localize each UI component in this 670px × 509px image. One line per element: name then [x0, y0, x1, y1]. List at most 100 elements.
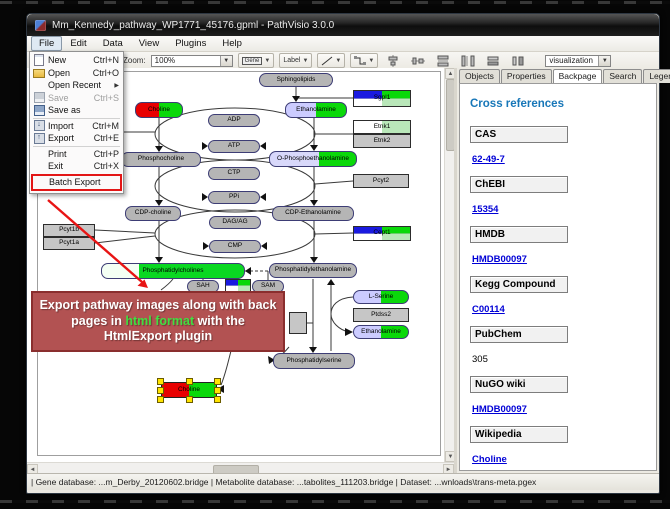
node-adp[interactable]: ADP	[208, 114, 260, 127]
node-cdp-ethanolamine[interactable]: CDP-Ethanolamine	[272, 206, 354, 221]
node-gene-hidden-partial[interactable]	[289, 312, 307, 334]
xref-link-wikipedia[interactable]: Choline	[472, 454, 507, 465]
status-bar: | Gene database: ...m_Derby_20120602.bri…	[27, 473, 659, 490]
node-pcyt1b[interactable]: Pcyt1b	[43, 224, 95, 237]
node-pcyt2[interactable]: Pcyt2	[353, 174, 409, 188]
menu-data[interactable]: Data	[95, 36, 131, 51]
slide-border-texture-bottom	[0, 500, 670, 503]
tab-properties[interactable]: Properties	[501, 69, 552, 83]
menu-plugins[interactable]: Plugins	[167, 36, 214, 51]
node-etnk1[interactable]: Etnk1	[353, 120, 411, 134]
selection-handle[interactable]	[214, 378, 221, 385]
tab-objects[interactable]: Objects	[459, 69, 500, 83]
chevron-down-icon[interactable]: ▼	[335, 58, 341, 64]
selection-handle[interactable]	[157, 387, 164, 394]
align-middle-button[interactable]	[408, 53, 428, 69]
node-l-serine[interactable]: L-Serine	[353, 290, 409, 304]
node-phosphocholine[interactable]: Phosphocholine	[121, 152, 201, 167]
menu-item-import[interactable]: ↓ Import Ctrl+M	[30, 120, 123, 133]
selection-handle[interactable]	[214, 387, 221, 394]
xref-link-chebi[interactable]: 15354	[472, 204, 498, 215]
side-panel: Objects Properties Backpage Search Legen…	[457, 68, 659, 473]
menu-item-exit[interactable]: Exit Ctrl+X	[30, 160, 123, 173]
node-pcyt1a[interactable]: Pcyt1a	[43, 237, 95, 250]
label-tool-button[interactable]: Label ▼	[279, 53, 312, 68]
menu-item-export[interactable]: ↑ Export Ctrl+E	[30, 132, 123, 145]
distribute-horizontal-button[interactable]	[458, 53, 478, 69]
menu-item-open-recent[interactable]: Open Recent ▶	[30, 79, 123, 92]
node-sphingolipids[interactable]: Sphingolipids	[259, 73, 333, 87]
node-ethanolamine-bottom[interactable]: Ethanolamine	[353, 325, 409, 339]
connector-tool-button[interactable]: ▼	[350, 53, 378, 68]
xref-section: PubChem 305	[470, 326, 656, 367]
menu-help[interactable]: Help	[214, 36, 250, 51]
new-file-icon	[33, 54, 45, 66]
tab-search[interactable]: Search	[603, 69, 642, 83]
node-phosphatidylserine[interactable]: Phosphatidylserine	[273, 353, 355, 369]
menu-item-save: Save Ctrl+S	[30, 92, 123, 105]
menu-item-new[interactable]: New Ctrl+N	[30, 54, 123, 67]
node-ctp[interactable]: CTP	[208, 167, 260, 180]
xref-link-hmdb[interactable]: HMDB00097	[472, 254, 527, 265]
selection-handle[interactable]	[186, 396, 193, 403]
chevron-down-icon[interactable]: ▼	[264, 58, 270, 64]
node-o-phosphoethanolamine[interactable]: O-Phosphoethanolamine	[269, 151, 357, 167]
visualization-select[interactable]: visualization ▼	[545, 55, 611, 67]
align-middle-icon	[411, 55, 425, 67]
node-choline-top[interactable]: Choline	[135, 102, 183, 118]
menu-edit[interactable]: Edit	[62, 36, 94, 51]
chevron-down-icon[interactable]: ▼	[220, 56, 232, 66]
node-ppi[interactable]: PPi	[208, 191, 260, 204]
line-tool-button[interactable]: ▼	[317, 53, 345, 68]
align-center-button[interactable]	[383, 53, 403, 69]
node-ptdss2[interactable]: Ptdss2	[353, 308, 409, 322]
xref-link-nugo[interactable]: HMDB00097	[472, 404, 527, 415]
gene-tool-button[interactable]: Gene ▼	[238, 53, 275, 68]
title-bar: Mm_Kennedy_pathway_WP1771_45176.gpml - P…	[27, 14, 659, 36]
node-atp[interactable]: ATP	[208, 140, 260, 153]
export-icon: ↑	[33, 133, 45, 144]
common-height-button[interactable]	[508, 53, 528, 69]
menu-item-print[interactable]: Print Ctrl+P	[30, 148, 123, 161]
node-phosphatidylethanolamine[interactable]: Phosphatidylethanolamine	[269, 263, 357, 278]
selection-handle[interactable]	[186, 378, 193, 385]
node-cmp[interactable]: CMP	[209, 240, 261, 253]
node-phosphatidylcholines[interactable]: Phosphatidylcholines	[101, 263, 245, 279]
open-folder-icon	[33, 67, 45, 78]
menu-bar: File Edit Data View Plugins Help	[27, 36, 659, 52]
xref-source-pubchem: PubChem	[470, 326, 568, 343]
node-etnk2[interactable]: Etnk2	[353, 134, 411, 148]
menu-view[interactable]: View	[131, 36, 167, 51]
xref-link-cas[interactable]: 62-49-7	[472, 154, 505, 165]
chevron-down-icon[interactable]: ▼	[598, 56, 610, 66]
node-cept1[interactable]: Cept1	[353, 226, 411, 241]
menu-item-save-as[interactable]: Save as	[30, 104, 123, 117]
menu-item-batch-export[interactable]: Batch Export	[31, 174, 122, 191]
tab-backpage[interactable]: Backpage	[553, 69, 603, 83]
menu-file[interactable]: File	[31, 36, 62, 51]
import-icon: ↓	[33, 120, 45, 131]
menu-item-open[interactable]: Open Ctrl+O	[30, 67, 123, 80]
node-cdp-choline[interactable]: CDP-choline	[125, 206, 181, 221]
selection-handle[interactable]	[214, 396, 221, 403]
xref-source-cas: CAS	[470, 126, 568, 143]
selection-handle[interactable]	[157, 396, 164, 403]
selection-handle[interactable]	[157, 378, 164, 385]
cross-references-heading: Cross references	[470, 98, 656, 110]
xref-value-pubchem: 305	[472, 354, 488, 365]
xref-section: NuGO wiki HMDB00097	[470, 376, 656, 417]
xref-link-kegg[interactable]: C00114	[472, 304, 505, 315]
tab-legend[interactable]: Legend	[643, 69, 670, 83]
zoom-select[interactable]: 100% ▼	[151, 55, 233, 67]
common-width-button[interactable]	[483, 53, 503, 69]
chevron-down-icon[interactable]: ▼	[368, 58, 374, 64]
node-ethanolamine-top[interactable]: Ethanolamine	[285, 102, 347, 118]
chevron-down-icon[interactable]: ▼	[302, 58, 308, 64]
align-center-icon	[386, 55, 400, 67]
node-dag[interactable]: DAG/AG	[209, 216, 261, 229]
xref-source-nugo: NuGO wiki	[470, 376, 568, 393]
distribute-vertical-button[interactable]	[433, 53, 453, 69]
xref-section: CAS 62-49-7	[470, 126, 656, 167]
node-sgpl1[interactable]: Sgpl1	[353, 90, 411, 107]
annotation-callout: Export pathway images along with back pa…	[31, 291, 285, 352]
